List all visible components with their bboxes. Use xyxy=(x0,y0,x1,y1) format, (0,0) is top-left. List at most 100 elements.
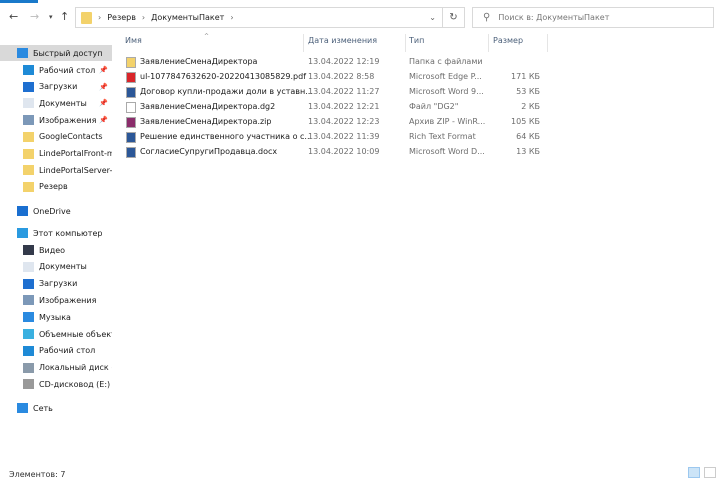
3d-objects-icon xyxy=(23,329,34,339)
file-size: 53 КБ xyxy=(516,87,540,96)
disk-icon xyxy=(23,362,34,373)
sidebar-item[interactable]: Видео xyxy=(0,242,112,258)
column-header-type[interactable]: Тип xyxy=(409,36,424,50)
up-icon[interactable]: ↑ xyxy=(60,10,69,23)
column-divider[interactable] xyxy=(488,34,489,52)
title-accent xyxy=(0,0,38,3)
details-view-button[interactable] xyxy=(688,467,700,478)
folder-icon xyxy=(23,148,34,159)
file-row[interactable]: ЗаявлениеСменаДиректора.zip 13.04.2022 1… xyxy=(120,115,550,130)
file-size: 13 КБ xyxy=(516,147,540,156)
file-row[interactable]: СогласиеСупругиПродавца.docx 13.04.2022 … xyxy=(120,145,550,160)
word-icon xyxy=(126,147,136,158)
sidebar-item[interactable]: Рабочий стол 📌 xyxy=(0,62,112,78)
file-type: Архив ZIP - WinR... xyxy=(409,117,486,126)
sidebar-item[interactable]: LindePortalServer-n xyxy=(0,162,112,178)
sidebar-item[interactable]: Резерв xyxy=(0,179,112,195)
sidebar-item[interactable]: Загрузки 📌 xyxy=(0,79,112,95)
column-divider[interactable] xyxy=(303,34,304,52)
sidebar-item-label: GoogleContacts xyxy=(39,132,103,142)
sidebar-item-label: Рабочий стол xyxy=(39,346,96,356)
music-icon xyxy=(23,312,34,323)
sidebar-item-label: CD-дисковод (E:) xyxy=(39,379,111,389)
sidebar-item[interactable]: LindePortalFront-m xyxy=(0,146,112,162)
pictures-icon xyxy=(23,115,34,126)
winrar-icon xyxy=(126,117,136,128)
pin-icon: 📌 xyxy=(99,116,108,125)
folder-icon xyxy=(126,57,136,68)
sidebar-item-label: LindePortalFront-m xyxy=(39,149,112,158)
cd-icon xyxy=(23,379,34,390)
refresh-button[interactable]: ↻ xyxy=(442,8,464,27)
file-row[interactable]: ЗаявлениеСменаДиректора 13.04.2022 12:19… xyxy=(120,55,550,70)
recent-dropdown-icon[interactable]: ▾ xyxy=(49,13,53,21)
sidebar-item[interactable]: Сеть xyxy=(0,400,112,416)
file-type: Microsoft Word D... xyxy=(409,147,485,156)
file-size: 2 КБ xyxy=(521,102,540,111)
search-placeholder: Поиск в: ДокументыПакет xyxy=(498,13,610,22)
file-date: 13.04.2022 8:58 xyxy=(308,72,375,81)
file-row[interactable]: Договор купли-продажи доли в уставн... 1… xyxy=(120,85,550,100)
sidebar-item[interactable]: Локальный диск (C xyxy=(0,360,112,376)
folder-icon xyxy=(23,165,34,176)
sidebar-item[interactable]: Объемные объекты xyxy=(0,326,112,342)
sidebar-item-label: Быстрый доступ xyxy=(33,48,103,58)
sidebar-item[interactable]: Документы 📌 xyxy=(0,95,112,111)
sidebar-item[interactable]: Изображения 📌 xyxy=(0,112,112,128)
sidebar-item[interactable]: Этот компьютер xyxy=(0,225,112,241)
column-header-date[interactable]: Дата изменения xyxy=(308,36,377,50)
file-type: Microsoft Edge P... xyxy=(409,72,482,81)
back-icon[interactable]: ← xyxy=(9,10,18,23)
sidebar-item[interactable]: Музыка xyxy=(0,309,112,325)
sidebar-item[interactable]: Быстрый доступ xyxy=(0,45,112,61)
column-divider[interactable] xyxy=(547,34,548,52)
column-header-size[interactable]: Размер xyxy=(493,36,523,50)
sidebar-item-label: Музыка xyxy=(39,312,71,322)
downloads-icon xyxy=(23,278,34,289)
video-icon xyxy=(23,245,34,255)
desktop-icon xyxy=(23,345,34,356)
address-bar[interactable]: › Резерв › ДокументыПакет › ⌄ ↻ xyxy=(75,7,465,28)
sidebar-item[interactable]: Рабочий стол xyxy=(0,343,112,359)
rtf-icon xyxy=(126,132,136,143)
sidebar-item-label: OneDrive xyxy=(33,206,71,216)
sidebar-item-label: Рабочий стол xyxy=(39,65,96,75)
file-size: 64 КБ xyxy=(516,132,540,141)
file-row[interactable]: ЗаявлениеСменаДиректора.dg2 13.04.2022 1… xyxy=(120,100,550,115)
folder-icon xyxy=(81,11,92,24)
sidebar-item[interactable]: Документы xyxy=(0,259,112,275)
file-name: Договор купли-продажи доли в уставн... xyxy=(140,87,313,96)
file-type: Microsoft Word 9... xyxy=(409,87,484,96)
sidebar-item[interactable]: OneDrive xyxy=(0,203,112,219)
network-icon xyxy=(17,403,28,413)
sidebar-item-label: Документы xyxy=(39,98,87,108)
column-header-name[interactable]: Имя xyxy=(125,36,142,50)
breadcrumb-item[interactable]: ДокументыПакет xyxy=(151,13,224,22)
file-type: Папка с файлами xyxy=(409,57,483,66)
sidebar-item-label: Локальный диск (C xyxy=(39,363,112,373)
file-size: 171 КБ xyxy=(511,72,540,81)
pin-icon: 📌 xyxy=(99,66,108,74)
sidebar-item[interactable]: GoogleContacts xyxy=(0,129,112,145)
documents-icon xyxy=(23,261,34,272)
status-item-count: Элементов: 7 xyxy=(9,470,66,479)
sidebar-item[interactable]: Изображения xyxy=(0,292,112,308)
address-dropdown-icon[interactable]: ⌄ xyxy=(429,13,436,22)
file-row[interactable]: Решение единственного участника о с... 1… xyxy=(120,130,550,145)
large-icons-view-button[interactable] xyxy=(704,467,716,478)
file-date: 13.04.2022 11:39 xyxy=(308,132,380,141)
column-divider[interactable] xyxy=(405,34,406,52)
sidebar-item[interactable]: CD-дисковод (E:) xyxy=(0,376,112,392)
pin-icon: 📌 xyxy=(99,99,108,108)
breadcrumb-item[interactable]: Резерв xyxy=(107,13,136,22)
file-row[interactable]: ul-1077847632620-20220413085829.pdf 13.0… xyxy=(120,70,550,85)
sidebar-item-label: Документы xyxy=(39,262,87,272)
file-date: 13.04.2022 10:09 xyxy=(308,147,380,156)
search-input[interactable]: ⚲ Поиск в: ДокументыПакет xyxy=(472,7,714,28)
file-date: 13.04.2022 11:27 xyxy=(308,87,380,96)
forward-icon[interactable]: → xyxy=(30,10,39,23)
sidebar-item-label: Сеть xyxy=(33,403,53,413)
star-icon xyxy=(17,48,28,58)
sidebar-item-label: Загрузки xyxy=(39,279,78,289)
sidebar-item[interactable]: Загрузки xyxy=(0,276,112,292)
